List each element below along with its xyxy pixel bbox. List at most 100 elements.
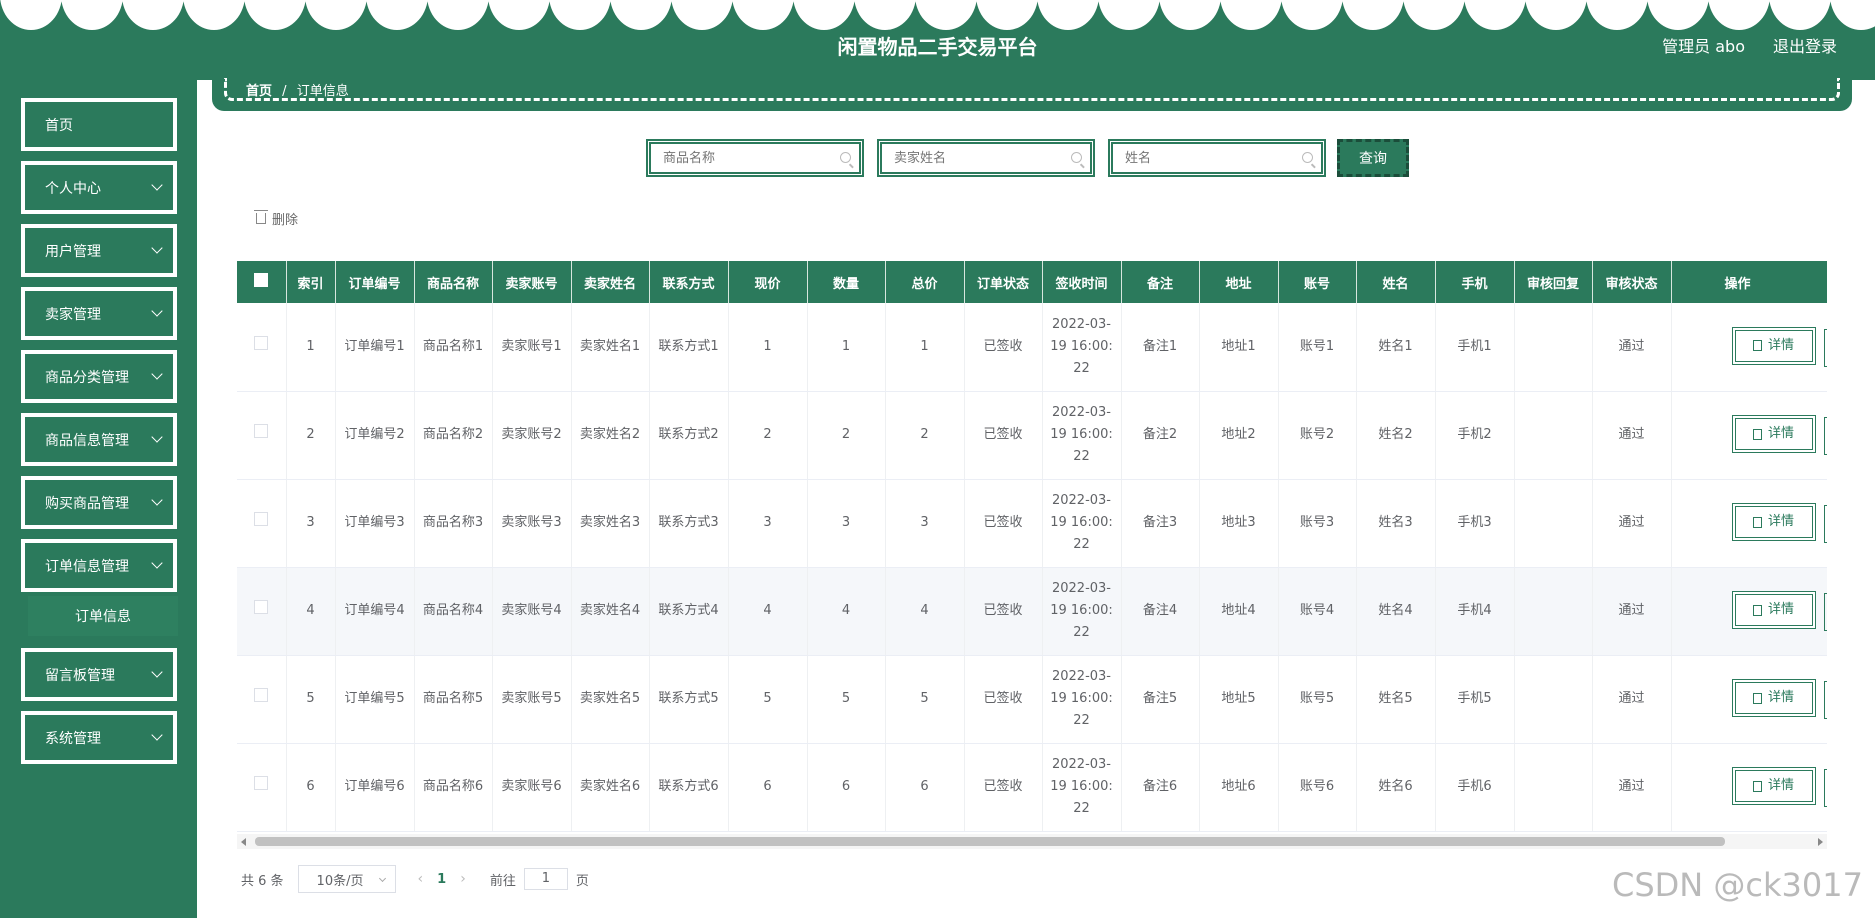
table-cell: 卖家姓名4 — [571, 567, 650, 656]
detail-button[interactable]: 详情 — [1731, 415, 1816, 453]
table-cell: 2022-03-19 16:00:22 — [1042, 303, 1122, 392]
trash-icon — [254, 210, 268, 224]
goto-page-input[interactable]: 1 — [523, 868, 568, 890]
logout-link[interactable]: 退出登录 — [1773, 33, 1837, 57]
edit-button-partial[interactable] — [1823, 681, 1827, 719]
sidebar-item[interactable]: 购买商品管理 — [21, 476, 177, 529]
sidebar-item[interactable]: 首页 — [21, 98, 177, 151]
row-checkbox[interactable] — [254, 424, 269, 438]
row-select-cell[interactable] — [237, 391, 287, 480]
sidebar-item[interactable]: 商品分类管理 — [21, 350, 177, 403]
scallop-shape — [427, 0, 489, 30]
detail-button[interactable]: 详情 — [1731, 591, 1816, 629]
actions-cell: 详情 — [1671, 567, 1827, 656]
table-row[interactable]: 2 订单编号2 商品名称2 卖家账号2 卖家姓名2 联系方式2 2 2 2 已签收 2022-03-… — [237, 391, 1827, 480]
scroll-left-icon[interactable] — [241, 838, 246, 846]
edit-button-partial[interactable] — [1823, 417, 1827, 455]
actions-cell: 详情 — [1671, 303, 1827, 392]
next-page-icon[interactable]: › — [460, 871, 466, 887]
detail-button[interactable]: 详情 — [1731, 679, 1816, 717]
table-row[interactable]: 5 订单编号5 商品名称5 卖家账号5 卖家姓名5 联系方式5 5 5 5 已签收 2022-03-… — [237, 655, 1827, 744]
table-cell: 备注6 — [1121, 743, 1200, 832]
row-checkbox[interactable] — [254, 600, 269, 614]
table-cell: 联系方式3 — [649, 479, 729, 568]
name-search[interactable] — [1108, 139, 1326, 177]
sidebar-item[interactable]: 订单信息管理 — [21, 539, 177, 592]
sidebar-item[interactable]: 用户管理 — [21, 224, 177, 277]
table-cell: 1 — [807, 303, 886, 392]
select-all-checkbox[interactable] — [254, 273, 269, 287]
row-select-cell[interactable] — [237, 303, 287, 392]
sidebar-item[interactable]: 卖家管理 — [21, 287, 177, 340]
table-cell: 手机6 — [1435, 743, 1515, 832]
table-cell: 备注3 — [1121, 479, 1200, 568]
sidebar-item[interactable]: 留言板管理 — [21, 648, 177, 701]
breadcrumb-text: 首页 / 订单信息 — [246, 80, 349, 99]
edit-button-partial[interactable] — [1823, 328, 1827, 367]
table-cell: 2022-03-19 16:00:22 — [1042, 567, 1122, 656]
product-name-search[interactable] — [646, 139, 864, 177]
row-checkbox[interactable] — [254, 688, 269, 702]
table-row[interactable]: 3 订单编号3 商品名称3 卖家账号3 卖家姓名3 联系方式3 3 3 3 已签收 2022-03-… — [237, 479, 1827, 568]
table-cell: 地址5 — [1199, 655, 1279, 744]
table-cell: 通过 — [1592, 655, 1672, 744]
table-cell: 6 — [728, 743, 808, 832]
table-cell: 已签收 — [964, 567, 1043, 656]
table-header: 索引 订单编号 商品名称 卖家账号 卖家姓名 联系方式 现价 数量 总价 订单状态 签收时间 备注 地址… — [237, 261, 1827, 303]
row-select-cell[interactable] — [237, 655, 287, 744]
row-checkbox[interactable] — [254, 512, 269, 526]
row-checkbox[interactable] — [254, 335, 269, 350]
seller-name-search[interactable] — [877, 139, 1095, 177]
table-body: 1 订单编号1 商品名称1 卖家账号1 卖家姓名1 联系方式1 1 1 1 已签收 2022-03-… — [237, 303, 1827, 832]
detail-button[interactable]: 详情 — [1731, 767, 1816, 805]
sidebar-item[interactable]: 系统管理 — [21, 711, 177, 764]
column-header: 签收时间 — [1042, 261, 1122, 303]
edit-button-partial[interactable] — [1823, 769, 1827, 807]
chevron-down-icon — [151, 431, 163, 443]
scallop-shape — [915, 0, 977, 30]
column-header: 订单状态 — [964, 261, 1043, 303]
query-button[interactable]: 查询 — [1337, 139, 1409, 177]
actions-cell: 详情 — [1671, 743, 1827, 832]
table-row[interactable]: 4 订单编号4 商品名称4 卖家账号4 卖家姓名4 联系方式4 4 4 4 已签收 2022-03-… — [237, 567, 1827, 656]
detail-button[interactable]: 详情 — [1731, 326, 1816, 365]
row-select-cell[interactable] — [237, 479, 287, 568]
select-all-cell[interactable] — [237, 261, 287, 303]
table-row[interactable]: 1 订单编号1 商品名称1 卖家账号1 卖家姓名1 联系方式1 1 1 1 已签收 2022-03-… — [237, 303, 1827, 392]
table-cell: 商品名称5 — [414, 655, 493, 744]
sidebar-item[interactable]: 个人中心 — [21, 161, 177, 214]
column-header: 联系方式 — [649, 261, 729, 303]
page-number-current[interactable]: 1 — [437, 872, 446, 887]
table-cell: 2 — [286, 391, 336, 480]
table-row[interactable]: 6 订单编号6 商品名称6 卖家账号6 卖家姓名6 联系方式6 6 6 6 已签收 2022-03-… — [237, 743, 1827, 832]
row-select-cell[interactable] — [237, 743, 287, 832]
table-cell: 卖家账号2 — [492, 391, 572, 480]
page-size-select[interactable]: 10条/页 — [297, 865, 396, 893]
prev-page-icon[interactable]: ‹ — [418, 871, 424, 887]
table-cell: 已签收 — [964, 655, 1043, 744]
delete-button[interactable]: 删除 — [254, 209, 298, 228]
goto-label: 前往 — [489, 873, 516, 889]
name-input[interactable] — [1113, 144, 1321, 172]
table-cell: 商品名称1 — [414, 303, 493, 392]
product-name-input[interactable] — [651, 144, 859, 172]
scallop-shape — [1830, 0, 1875, 30]
sidebar-subitem-order-info[interactable]: 订单信息 — [28, 596, 178, 636]
scroll-right-icon[interactable] — [1818, 838, 1823, 846]
table-cell: 2022-03-19 16:00:22 — [1042, 391, 1122, 480]
breadcrumb-home[interactable]: 首页 — [246, 84, 272, 99]
column-header: 手机 — [1435, 261, 1515, 303]
seller-name-input[interactable] — [882, 144, 1090, 172]
sidebar-item[interactable]: 商品信息管理 — [21, 413, 177, 466]
table-cell: 卖家姓名3 — [571, 479, 650, 568]
horizontal-scrollbar[interactable] — [237, 834, 1827, 849]
table-cell: 备注5 — [1121, 655, 1200, 744]
row-checkbox[interactable] — [254, 776, 269, 790]
row-select-cell[interactable] — [237, 567, 287, 656]
table-cell: 已签收 — [964, 479, 1043, 568]
edit-button-partial[interactable] — [1823, 505, 1827, 543]
detail-button[interactable]: 详情 — [1731, 503, 1816, 541]
scallop-shape — [1159, 0, 1221, 30]
scrollbar-thumb[interactable] — [255, 837, 1725, 846]
edit-button-partial[interactable] — [1823, 593, 1827, 631]
